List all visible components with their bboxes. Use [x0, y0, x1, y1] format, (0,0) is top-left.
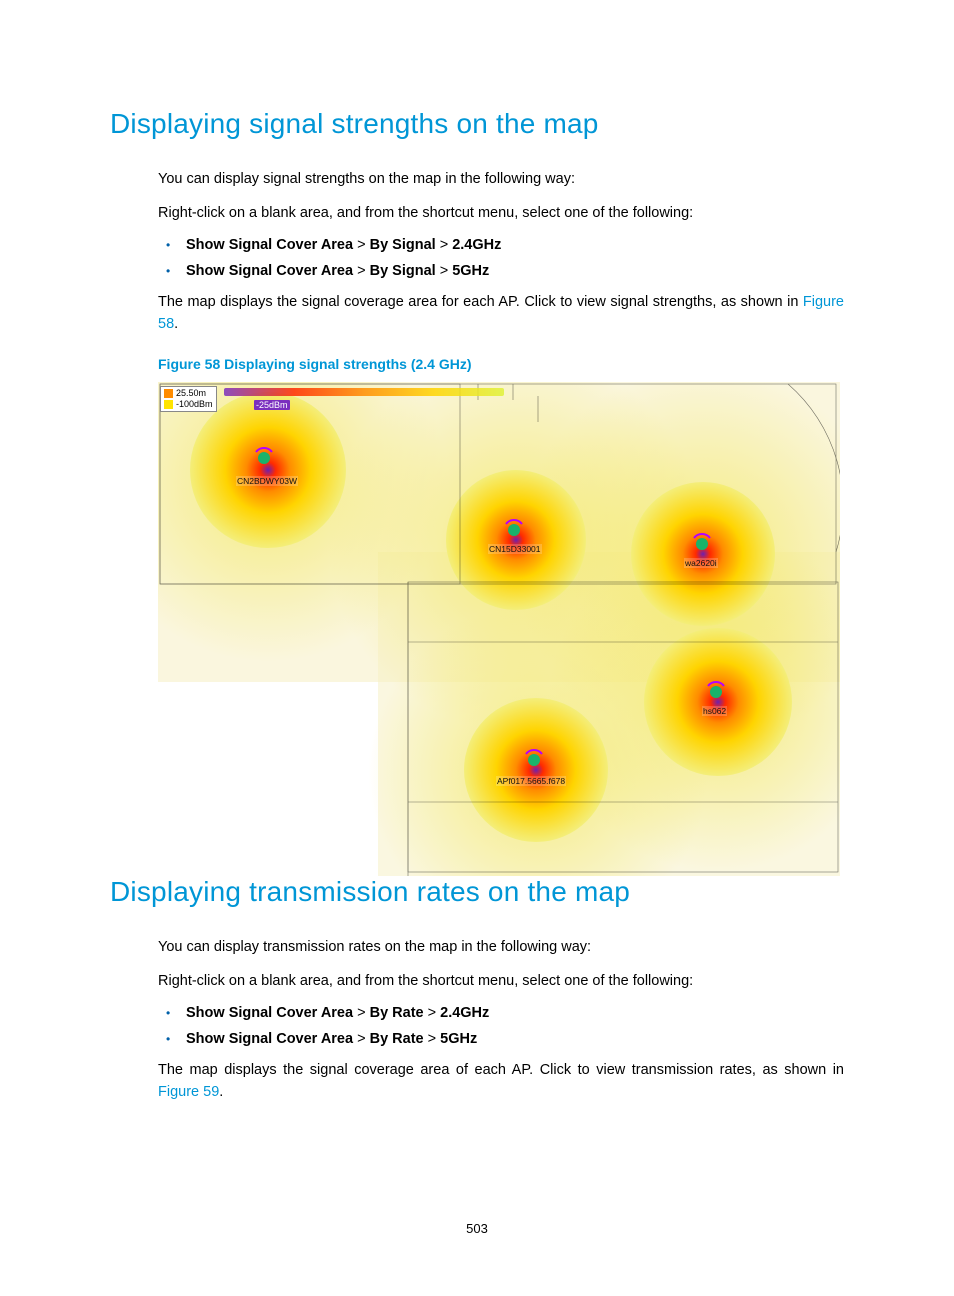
menu-option-rate-5ghz: Show Signal Cover Area > By Rate > 5GHz — [186, 1031, 844, 1047]
section-heading-transmission-rates: Displaying transmission rates on the map — [110, 876, 844, 908]
figure-58-image: 25.50m -100dBm -25dBm CN2BDWY03W CN15D33… — [158, 382, 840, 876]
ap-label: APf017.5665.f678 — [496, 776, 566, 786]
menu-options-list-2: Show Signal Cover Area > By Rate > 2.4GH… — [158, 1005, 844, 1047]
legend-gradient-track — [224, 388, 504, 396]
menu-option-24ghz: Show Signal Cover Area > By Signal > 2.4… — [186, 237, 844, 253]
intro-text-2: You can display transmission rates on th… — [158, 936, 844, 958]
ap-label: hs062 — [702, 706, 727, 716]
result-text: The map displays the signal coverage are… — [158, 291, 844, 336]
ap-label: CN2BDWY03W — [236, 476, 298, 486]
menu-option-5ghz: Show Signal Cover Area > By Signal > 5GH… — [186, 263, 844, 279]
menu-option-rate-24ghz: Show Signal Cover Area > By Rate > 2.4GH… — [186, 1005, 844, 1021]
instruction-text-2: Right-click on a blank area, and from th… — [158, 970, 844, 992]
figure-59-link[interactable]: Figure 59 — [158, 1084, 219, 1100]
legend-slider-value: -25dBm — [254, 400, 290, 410]
instruction-text: Right-click on a blank area, and from th… — [158, 202, 844, 224]
menu-options-list: Show Signal Cover Area > By Signal > 2.4… — [158, 237, 844, 279]
result-text-2: The map displays the signal coverage are… — [158, 1059, 844, 1104]
legend-box: 25.50m -100dBm — [160, 386, 217, 413]
figure-caption: Figure 58 Displaying signal strengths (2… — [158, 356, 844, 372]
intro-text: You can display signal strengths on the … — [158, 168, 844, 190]
ap-label: wa2620i — [684, 558, 718, 568]
section-heading-signal-strengths: Displaying signal strengths on the map — [110, 108, 844, 140]
ap-label: CN15D33001 — [488, 544, 542, 554]
legend-top-value: 25.50m — [176, 388, 206, 399]
page-number: 503 — [0, 1221, 954, 1236]
legend-bottom-value: -100dBm — [176, 399, 213, 410]
